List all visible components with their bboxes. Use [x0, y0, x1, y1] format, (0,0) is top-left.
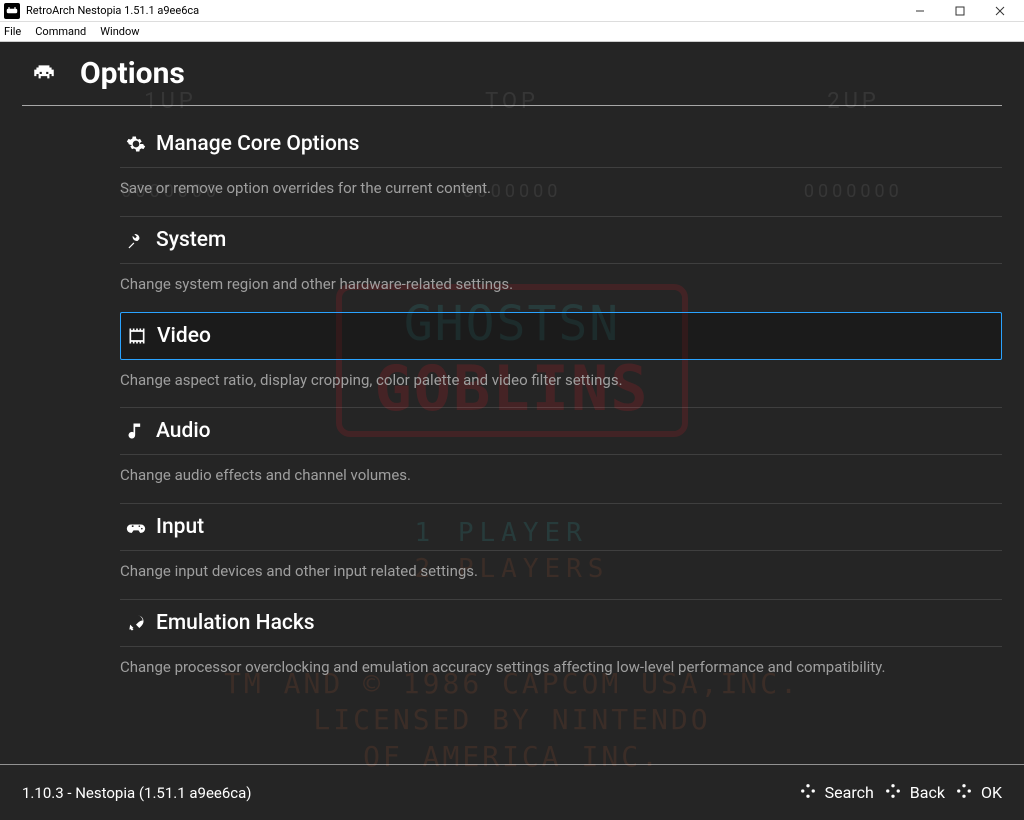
option-desc: Change processor overclocking and emulat… [120, 647, 1002, 693]
window-title: RetroArch Nestopia 1.51.1 a9ee6ca [26, 4, 900, 17]
option-desc: Change audio effects and channel volumes… [120, 455, 1002, 501]
dpad-icon [955, 782, 973, 804]
footer-back-button[interactable]: Back [884, 782, 945, 804]
menu-file[interactable]: File [4, 25, 21, 38]
option-label: System [156, 228, 226, 252]
menu-command[interactable]: Command [35, 25, 86, 38]
footer-ok-button[interactable]: OK [955, 782, 1002, 804]
menubar: File Command Window [0, 22, 1024, 42]
footer-ok-label: OK [981, 783, 1002, 802]
dpad-icon [799, 782, 817, 804]
option-desc: Change aspect ratio, display cropping, c… [120, 360, 1002, 406]
option-desc: Change system region and other hardware-… [120, 264, 1002, 310]
content-area: 1UP TOP 2UP 0000000 0000000 0000000 GHOS… [0, 42, 1024, 820]
option-emulation-hacks[interactable]: Emulation Hacks [120, 599, 1002, 647]
option-label: Audio [156, 419, 211, 443]
option-system[interactable]: System [120, 216, 1002, 264]
rocket-icon [120, 613, 156, 633]
footer-bar: 1.10.3 - Nestopia (1.51.1 a9ee6ca) Searc… [0, 764, 1024, 820]
tools-icon [120, 230, 156, 250]
footer-search-label: Search [825, 783, 874, 802]
page-header: Options [0, 42, 1024, 105]
app-icon [4, 3, 20, 19]
window-minimize-button[interactable] [900, 0, 940, 22]
window-titlebar: RetroArch Nestopia 1.51.1 a9ee6ca [0, 0, 1024, 22]
gear-icon [120, 134, 156, 154]
option-desc: Save or remove option overrides for the … [120, 168, 1002, 214]
option-video[interactable]: Video [120, 312, 1002, 360]
gamepad-icon [120, 517, 156, 537]
footer-version: 1.10.3 - Nestopia (1.51.1 a9ee6ca) [22, 784, 252, 802]
window-close-button[interactable] [980, 0, 1020, 22]
footer-back-label: Back [910, 783, 945, 802]
option-label: Input [156, 515, 204, 539]
dpad-icon [884, 782, 902, 804]
menu-window[interactable]: Window [100, 25, 139, 38]
options-list: Manage Core Options Save or remove optio… [0, 106, 1024, 695]
option-manage-core[interactable]: Manage Core Options [120, 120, 1002, 168]
option-label: Video [157, 324, 211, 348]
footer-search-button[interactable]: Search [799, 782, 874, 804]
video-icon [121, 326, 157, 346]
music-note-icon [120, 421, 156, 441]
option-input[interactable]: Input [120, 503, 1002, 551]
option-audio[interactable]: Audio [120, 407, 1002, 455]
option-desc: Change input devices and other input rel… [120, 551, 1002, 597]
option-label: Manage Core Options [156, 132, 359, 156]
page-title: Options [80, 56, 185, 91]
window-maximize-button[interactable] [940, 0, 980, 22]
option-label: Emulation Hacks [156, 611, 315, 635]
retroarch-invader-icon [22, 61, 66, 87]
